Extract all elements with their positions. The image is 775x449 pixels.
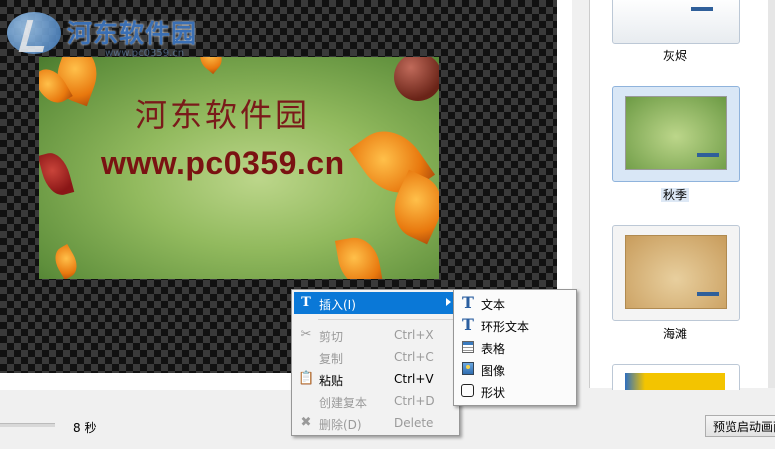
template-panel: 灰烬 秋季 海滩 <box>589 0 769 396</box>
menu-item-delete[interactable]: ✖ 删除(D) Delete <box>294 412 457 434</box>
insert-submenu: T 文本 T 环形文本 表格 图像 形状 <box>453 289 577 406</box>
template-label: 秋季 <box>660 188 689 202</box>
acorn-decoration <box>394 57 439 101</box>
logo-icon <box>7 12 61 54</box>
submenu-item-label: 表格 <box>481 342 506 356</box>
delete-icon: ✖ <box>300 415 312 430</box>
watermark-logo: 河东软件园 www.pc0359.cn <box>5 10 205 60</box>
splash-slide[interactable]: 河东软件园 www.pc0359.cn <box>39 57 439 279</box>
thumb-image <box>625 235 727 309</box>
clipboard-icon: 📋 <box>298 371 315 386</box>
thumb-image <box>625 96 727 170</box>
menu-item-label: 删除(D) <box>319 418 362 432</box>
menu-item-copy[interactable]: 复制 Ctrl+C <box>294 346 457 368</box>
thumb-mini-button <box>697 153 719 157</box>
submenu-item-label: 环形文本 <box>481 320 530 334</box>
template-thumb-autumn[interactable] <box>612 86 740 182</box>
duration-label: 8 秒 <box>73 421 97 435</box>
menu-item-label: 粘贴 <box>319 374 344 388</box>
text-insert-icon: T <box>301 295 311 310</box>
menu-item-cut[interactable]: ✂ 剪切 Ctrl+X <box>294 324 457 346</box>
duration-slider[interactable] <box>0 423 55 427</box>
menu-item-label: 插入(I) <box>319 298 356 312</box>
submenu-item-label: 形状 <box>481 386 506 400</box>
template-scrollbar[interactable] <box>768 0 775 388</box>
menu-separator <box>318 319 457 320</box>
image-icon <box>460 361 476 377</box>
leaf-decoration <box>194 57 228 75</box>
logo-text: 河东软件园 <box>67 19 198 48</box>
menu-item-shortcut: Ctrl+D <box>394 394 435 408</box>
submenu-item-table[interactable]: 表格 <box>456 336 574 358</box>
preview-splash-button[interactable]: 预览启动画面 <box>705 415 775 437</box>
submenu-arrow-icon <box>446 298 451 306</box>
menu-item-label: 剪切 <box>319 330 344 344</box>
menu-item-shortcut: Ctrl+C <box>394 350 434 364</box>
menu-item-insert[interactable]: T 插入(I) <box>294 292 457 314</box>
thumb-mini-button <box>691 7 713 11</box>
menu-item-shortcut: Delete <box>394 416 434 430</box>
menu-item-label: 复制 <box>319 352 344 366</box>
template-label: 海滩 <box>662 327 687 341</box>
context-menu: T 插入(I) ✂ 剪切 Ctrl+X 复制 Ctrl+C 📋 粘贴 Ctrl+… <box>291 289 460 436</box>
text-icon: T <box>462 293 474 312</box>
leaf-decoration <box>39 149 75 199</box>
template-label: 灰烬 <box>662 49 687 63</box>
submenu-item-label: 图像 <box>481 364 506 378</box>
slide-url[interactable]: www.pc0359.cn <box>101 145 345 182</box>
slide-title[interactable]: 河东软件园 <box>135 90 310 136</box>
leaf-decoration <box>334 233 384 279</box>
menu-item-duplicate[interactable]: 创建复本 Ctrl+D <box>294 390 457 412</box>
template-thumb-beach[interactable] <box>612 225 740 321</box>
shape-icon <box>460 383 476 399</box>
submenu-item-text[interactable]: T 文本 <box>456 292 574 314</box>
template-thumb-ember[interactable] <box>612 0 740 44</box>
submenu-item-label: 文本 <box>481 298 506 312</box>
scissors-icon: ✂ <box>300 327 312 342</box>
submenu-item-ring-text[interactable]: T 环形文本 <box>456 314 574 336</box>
submenu-item-image[interactable]: 图像 <box>456 358 574 380</box>
menu-item-label: 创建复本 <box>319 396 368 410</box>
ring-text-icon: T <box>462 315 474 334</box>
thumb-mini-button <box>697 292 719 296</box>
menu-item-shortcut: Ctrl+X <box>394 328 434 342</box>
table-icon <box>460 339 476 355</box>
menu-item-paste[interactable]: 📋 粘贴 Ctrl+V <box>294 368 457 390</box>
submenu-item-shape[interactable]: 形状 <box>456 380 574 402</box>
menu-item-shortcut: Ctrl+V <box>394 372 434 386</box>
leaf-decoration <box>49 244 83 279</box>
